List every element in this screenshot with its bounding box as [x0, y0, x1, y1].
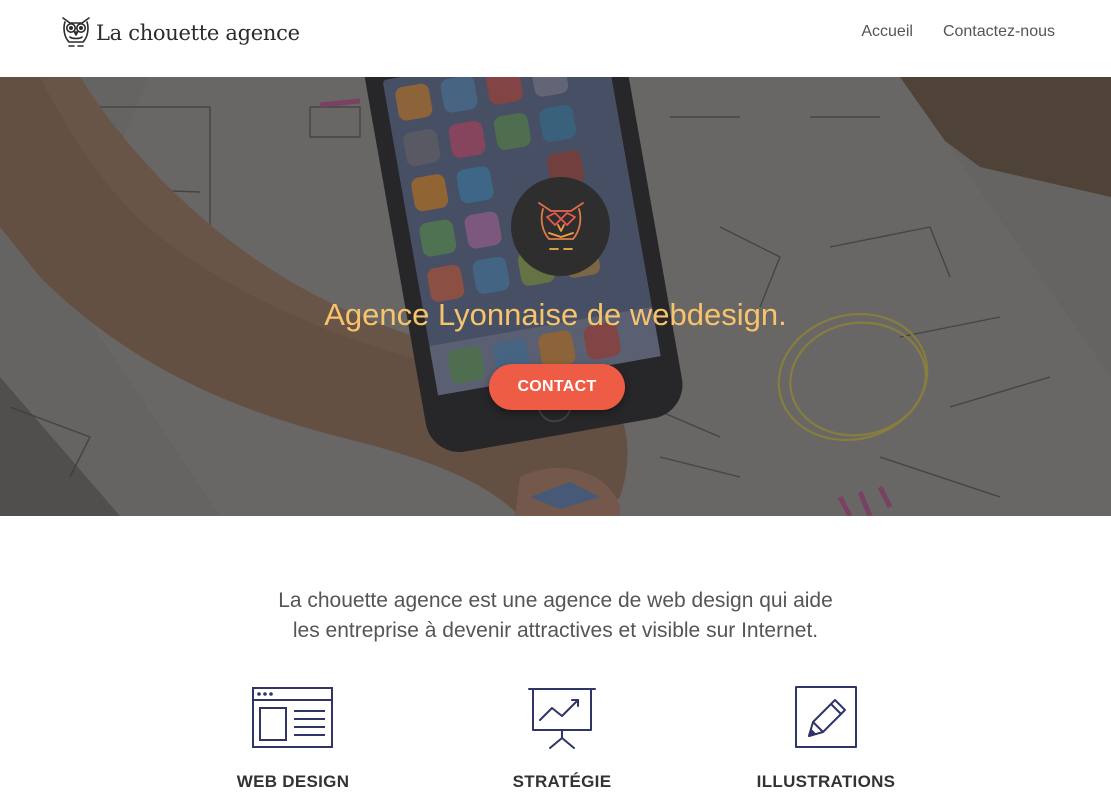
hero-owl-badge [511, 177, 610, 276]
site-header: La chouette agence Accueil Contactez-nou… [0, 0, 1111, 77]
intro-text: La chouette agence est une agence de web… [0, 586, 1111, 646]
hero-title: Agence Lyonnaise de webdesign. [324, 297, 787, 332]
nav-link-accueil[interactable]: Accueil [861, 22, 913, 42]
owl-logo-icon [62, 17, 90, 47]
nav-link-contact[interactable]: Contactez-nous [943, 22, 1055, 42]
main-nav: Accueil Contactez-nous [861, 22, 1055, 42]
intro-line-1: La chouette agence est une agence de web… [278, 589, 833, 612]
owl-icon [537, 201, 584, 250]
presentation-chart-icon [528, 688, 596, 749]
hero-banner: Agence Lyonnaise de webdesign. CONTACT [0, 77, 1111, 516]
service-title: STRATÉGIE [512, 772, 612, 791]
brand-name: La chouette agence [96, 21, 300, 45]
service-illustrations[interactable]: ILLUSTRATIONS [726, 686, 926, 791]
pencil-icon [795, 686, 857, 748]
service-web-design[interactable]: WEB DESIGN [193, 686, 393, 791]
intro-line-2: les entreprise à devenir attractives et … [292, 619, 819, 642]
web-layout-icon [252, 687, 333, 748]
contact-button[interactable]: CONTACT [489, 364, 625, 410]
service-strategie[interactable]: STRATÉGIE [462, 686, 662, 791]
service-title: ILLUSTRATIONS [756, 772, 896, 791]
logo-link[interactable]: La chouette agence [60, 15, 300, 51]
service-title: WEB DESIGN [236, 772, 350, 791]
